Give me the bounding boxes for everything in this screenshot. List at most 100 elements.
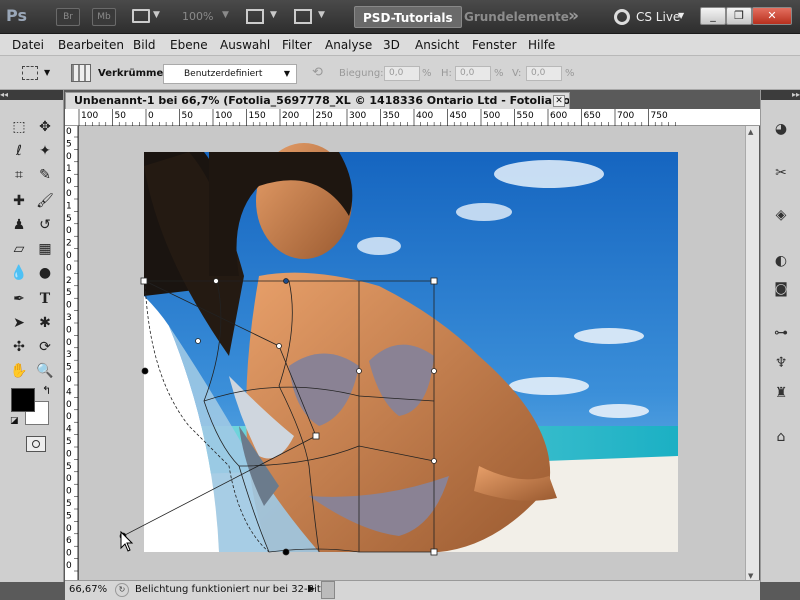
chevron-down-icon[interactable]: ▼ bbox=[318, 10, 325, 20]
warp-control-point[interactable] bbox=[141, 367, 149, 375]
default-colors-icon[interactable]: ◪ bbox=[10, 416, 19, 426]
close-button[interactable]: ✕ bbox=[752, 7, 792, 25]
workspace-tab-psd-tutorials[interactable]: PSD-Tutorials bbox=[354, 6, 462, 28]
adjust-panel-icon[interactable]: ✂ bbox=[770, 162, 792, 184]
transform-panel-icon[interactable]: ⌂ bbox=[770, 426, 792, 448]
warp-control-point[interactable] bbox=[276, 343, 282, 349]
chevron-down-icon[interactable]: ▼ bbox=[44, 68, 50, 77]
menu-datei[interactable]: Datei bbox=[12, 38, 44, 52]
crop-icon[interactable]: ⌗ bbox=[8, 164, 30, 186]
vertical-scrollbar[interactable]: ▲ ▼ bbox=[745, 126, 759, 582]
brush-panel-icon[interactable]: ♆ bbox=[770, 352, 792, 374]
menu-3d[interactable]: 3D bbox=[383, 38, 400, 52]
healing-brush-icon[interactable]: ✚ bbox=[8, 190, 30, 212]
pen-icon[interactable]: ✒ bbox=[8, 288, 30, 310]
foreground-color-swatch[interactable] bbox=[11, 388, 35, 412]
warp-control-point[interactable] bbox=[431, 458, 437, 464]
eraser-icon[interactable]: ▱ bbox=[8, 238, 30, 260]
cs-live-label[interactable]: CS Live bbox=[636, 10, 680, 24]
chevron-down-icon[interactable]: ▼ bbox=[153, 10, 160, 20]
film-view-icon[interactable] bbox=[132, 9, 150, 23]
tools-panel-header[interactable]: ◂◂ bbox=[0, 90, 63, 100]
mini-bridge-button[interactable]: Mb bbox=[92, 8, 116, 26]
chevron-down-icon[interactable]: ▼ bbox=[678, 11, 684, 20]
chevron-down-icon[interactable]: ▼ bbox=[270, 10, 277, 20]
h-input[interactable]: 0,0 bbox=[455, 66, 491, 81]
warp-grid-icon[interactable] bbox=[71, 64, 91, 82]
dodge-icon[interactable]: ● bbox=[34, 262, 56, 284]
masks-panel-icon[interactable]: ◐ bbox=[770, 250, 792, 272]
document-tab[interactable]: Unbenannt-1 bei 66,7% (Fotolia_5697778_X… bbox=[65, 92, 570, 109]
document-canvas[interactable] bbox=[79, 126, 745, 582]
cs-live-icon[interactable] bbox=[614, 9, 630, 25]
quick-mask-button[interactable] bbox=[26, 436, 46, 452]
warp-orientation-icon[interactable]: ⟲ bbox=[312, 65, 328, 81]
channels-panel-icon[interactable]: ◙ bbox=[770, 278, 792, 300]
3d-rotate-icon[interactable]: ✣ bbox=[8, 336, 30, 358]
bridge-button[interactable]: Br bbox=[56, 8, 80, 26]
warp-control-point[interactable] bbox=[431, 368, 437, 374]
warp-control-point[interactable] bbox=[282, 548, 290, 556]
paths-panel-icon[interactable]: ⊶ bbox=[770, 322, 792, 344]
bend-input[interactable]: 0,0 bbox=[384, 66, 420, 81]
menu-ansicht[interactable]: Ansicht bbox=[415, 38, 459, 52]
history-brush-icon[interactable]: ↺ bbox=[34, 214, 56, 236]
transform-tool-icon[interactable] bbox=[22, 66, 38, 80]
screen-mode-icon[interactable] bbox=[294, 9, 312, 24]
workspace-tab-grundelemente[interactable]: Grundelemente bbox=[456, 6, 577, 28]
menu-hilfe[interactable]: Hilfe bbox=[528, 38, 555, 52]
warp-corner-handle[interactable] bbox=[312, 432, 320, 440]
warp-style-select[interactable]: Benutzerdefiniert ▼ bbox=[163, 64, 297, 84]
minimize-button[interactable]: _ bbox=[700, 7, 726, 25]
eyedropper-icon[interactable]: ✎ bbox=[34, 164, 56, 186]
menu-fenster[interactable]: Fenster bbox=[472, 38, 517, 52]
menu-auswahl[interactable]: Auswahl bbox=[220, 38, 270, 52]
canvas-area[interactable] bbox=[79, 126, 745, 582]
zoom-level[interactable]: 100% bbox=[182, 10, 213, 23]
warp-control-point[interactable] bbox=[195, 338, 201, 344]
blur-icon[interactable]: 💧 bbox=[8, 262, 30, 284]
more-workspaces-icon[interactable]: » bbox=[568, 6, 579, 26]
restore-button[interactable]: ❐ bbox=[726, 7, 752, 25]
magic-wand-icon[interactable]: ✦ bbox=[34, 140, 56, 162]
lasso-icon[interactable]: ℓ bbox=[8, 140, 30, 162]
move-icon[interactable]: ✥ bbox=[34, 116, 56, 138]
menu-bild[interactable]: Bild bbox=[133, 38, 156, 52]
scroll-up-icon[interactable]: ▲ bbox=[748, 128, 753, 136]
scroll-down-icon[interactable]: ▼ bbox=[748, 572, 753, 580]
color-panel-icon[interactable]: ◕ bbox=[770, 118, 792, 140]
warp-control-point[interactable] bbox=[356, 368, 362, 374]
close-document-icon[interactable]: ✕ bbox=[553, 95, 565, 107]
type-icon[interactable]: T bbox=[34, 288, 56, 310]
status-scroll-left-icon[interactable] bbox=[321, 581, 335, 599]
warp-corner-handle[interactable] bbox=[430, 548, 438, 556]
status-info-icon[interactable]: ↻ bbox=[115, 583, 129, 597]
3d-orbit-icon[interactable]: ⟳ bbox=[34, 336, 56, 358]
clone-panel-icon[interactable]: ♜ bbox=[770, 382, 792, 404]
gradient-icon[interactable]: ▦ bbox=[34, 238, 56, 260]
brush-icon[interactable]: 🖌 bbox=[34, 190, 56, 212]
panel-dock-header[interactable]: ▸▸ bbox=[761, 90, 800, 100]
v-input[interactable]: 0,0 bbox=[526, 66, 562, 81]
layers-panel-icon[interactable]: ◈ bbox=[770, 204, 792, 226]
path-select-icon[interactable]: ➤ bbox=[8, 312, 30, 334]
swap-colors-icon[interactable]: ↰ bbox=[42, 384, 51, 397]
chevron-down-icon[interactable]: ▼ bbox=[222, 10, 229, 20]
warp-control-point[interactable] bbox=[283, 278, 289, 284]
arrange-documents-icon[interactable] bbox=[246, 9, 264, 24]
menu-filter[interactable]: Filter bbox=[282, 38, 312, 52]
shape-icon[interactable]: ✱ bbox=[34, 312, 56, 334]
warp-corner-handle[interactable] bbox=[430, 277, 438, 285]
zoom-icon[interactable]: 🔍 bbox=[34, 360, 56, 382]
menu-ebene[interactable]: Ebene bbox=[170, 38, 208, 52]
warp-control-point[interactable] bbox=[213, 278, 219, 284]
ruler-vertical[interactable]: 0 5 0 1 0 0 1 5 0 2 0 0 2 5 0 3 0 0 3 5 0 4 0 0 4 5 0 5 0 0 5 5 0 6 0 0 bbox=[65, 126, 78, 582]
status-zoom[interactable]: 66,67% bbox=[69, 584, 107, 595]
stamp-icon[interactable]: ♟ bbox=[8, 214, 30, 236]
warp-corner-handle[interactable] bbox=[140, 277, 148, 285]
hand-icon[interactable]: ✋ bbox=[8, 360, 30, 382]
menu-bearbeiten[interactable]: Bearbeiten bbox=[58, 38, 124, 52]
menu-analyse[interactable]: Analyse bbox=[325, 38, 372, 52]
marquee-icon[interactable]: ⬚ bbox=[8, 116, 30, 138]
status-menu-arrow-icon[interactable]: ▶ bbox=[308, 584, 315, 594]
